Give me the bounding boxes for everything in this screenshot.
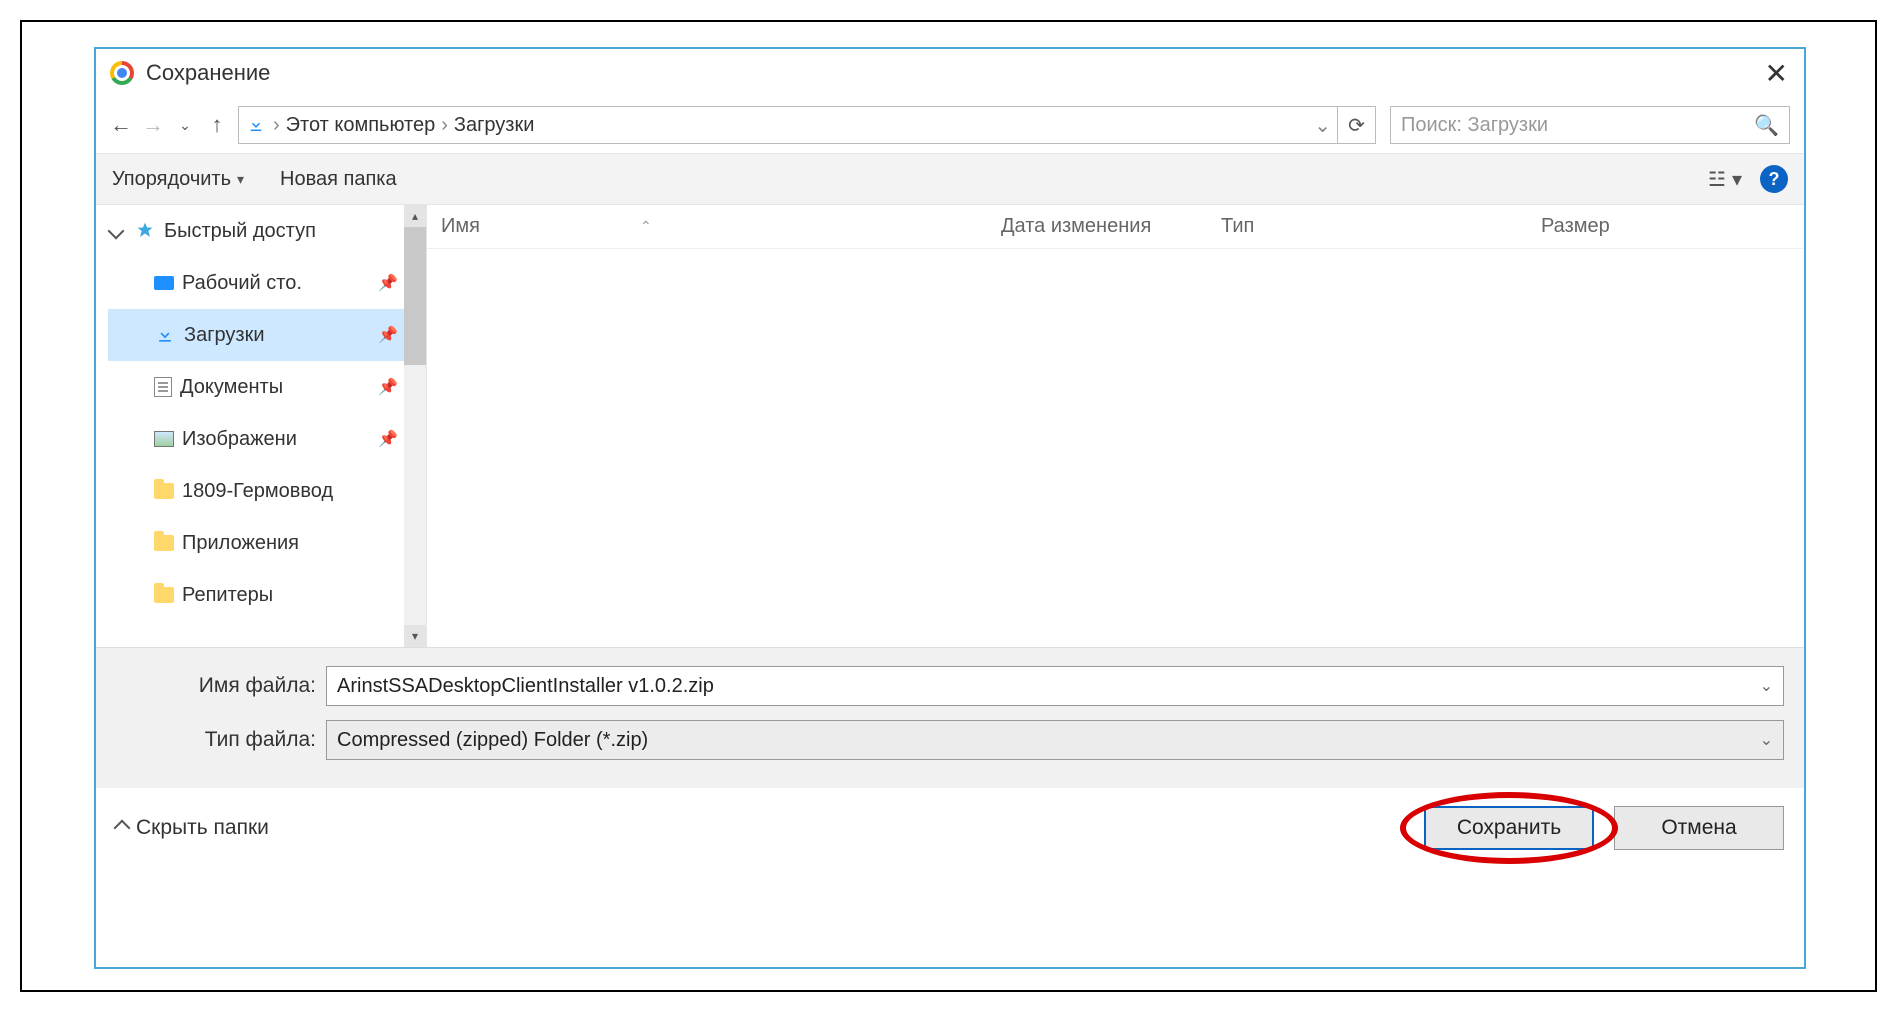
pin-icon: 📌 [378,273,398,293]
back-button[interactable]: ← [110,112,132,138]
chrome-icon [110,61,134,85]
toolbar: Упорядочить ▾ Новая папка ☳ ▾ ? [96,153,1804,205]
titlebar: Сохранение ✕ [96,49,1804,97]
chevron-down-icon: ▾ [237,171,244,188]
filename-label: Имя файла: [116,674,326,698]
star-icon [134,220,156,242]
tree-label: Репитеры [182,584,273,607]
document-frame: Сохранение ✕ ← → ⌄ ↑ › Этот компьютер › … [20,20,1877,992]
search-icon: 🔍 [1754,113,1779,138]
tree-label: Загрузки [184,324,265,347]
tree-item-documents[interactable]: Документы 📌 [108,361,426,413]
view-icon: ☳ [1708,167,1726,192]
tree-item-desktop[interactable]: Рабочий сто. 📌 [108,257,426,309]
downloads-icon [245,114,267,136]
chevron-down-icon: ▾ [1732,167,1742,192]
pin-icon: 📌 [378,429,398,449]
scroll-down-icon[interactable]: ▾ [404,625,426,647]
footer: Скрыть папки Сохранить Отмена [96,788,1804,868]
breadcrumb-current[interactable]: Загрузки [454,114,535,137]
dialog-title: Сохранение [146,60,1757,86]
close-icon[interactable]: ✕ [1757,57,1796,90]
folder-icon [154,535,174,551]
up-button[interactable]: ↑ [206,112,228,138]
new-folder-button[interactable]: Новая папка [280,168,397,191]
cancel-button[interactable]: Отмена [1614,806,1784,850]
pin-icon: 📌 [378,377,398,397]
tree-item-downloads[interactable]: Загрузки 📌 [108,309,426,361]
folder-icon [154,483,174,499]
breadcrumb-root[interactable]: Этот компьютер [286,114,436,137]
hide-folders-label: Скрыть папки [136,816,269,840]
document-icon [154,377,172,397]
scroll-up-icon[interactable]: ▴ [404,205,426,227]
column-name[interactable]: Имя⌃ [427,215,987,238]
chevron-right-icon: › [441,114,448,137]
pin-icon: 📌 [378,325,398,345]
downloads-icon [154,324,176,346]
tree-label: Приложения [182,532,299,555]
tree-label: Документы [180,376,283,399]
chevron-right-icon: › [273,114,280,137]
view-options[interactable]: ☳ ▾ [1708,167,1742,192]
filetype-combo[interactable]: Compressed (zipped) Folder (*.zip) ⌄ [326,720,1784,760]
tree-label: 1809-Гермоввод [182,480,333,503]
column-headers: Имя⌃ Дата изменения Тип Размер [427,205,1804,249]
column-size[interactable]: Размер [1527,215,1804,238]
organize-label: Упорядочить [112,168,231,191]
desktop-icon [154,276,174,290]
help-button[interactable]: ? [1760,165,1788,193]
pictures-icon [154,431,174,447]
filename-value: ArinstSSADesktopClientInstaller v1.0.2.z… [337,675,714,698]
tree-quick-access[interactable]: Быстрый доступ [108,205,426,257]
tree-label: Рабочий сто. [182,272,302,295]
forward-button[interactable]: → [142,112,164,138]
filename-input[interactable]: ArinstSSADesktopClientInstaller v1.0.2.z… [326,666,1784,706]
tree-scroll-thumb[interactable] [404,205,426,365]
chevron-down-icon[interactable]: ⌄ [1314,113,1331,138]
search-input[interactable]: Поиск: Загрузки 🔍 [1390,106,1790,144]
expand-icon[interactable] [108,223,125,240]
tree-item-pictures[interactable]: Изображени 📌 [108,413,426,465]
refresh-button[interactable]: ⟳ [1338,106,1376,144]
hide-folders-toggle[interactable]: Скрыть папки [116,816,269,840]
breadcrumb[interactable]: › Этот компьютер › Загрузки ⌄ [238,106,1338,144]
chevron-up-icon [114,820,131,837]
save-button[interactable]: Сохранить [1424,806,1594,850]
filetype-label: Тип файла: [116,728,326,752]
tree-label: Быстрый доступ [164,220,316,243]
tree-item-folder[interactable]: 1809-Гермоввод [108,465,426,517]
organize-menu[interactable]: Упорядочить ▾ [112,168,244,191]
chevron-down-icon[interactable]: ⌄ [1760,676,1773,696]
folder-icon [154,587,174,603]
tree-item-folder[interactable]: Репитеры [108,569,426,621]
navigation-tree: ▴ ▾ Быстрый доступ Рабочий сто. 📌 Загруз… [96,205,426,647]
tree-item-folder[interactable]: Приложения [108,517,426,569]
search-placeholder: Поиск: Загрузки [1401,114,1548,137]
file-list: Имя⌃ Дата изменения Тип Размер [426,205,1804,647]
navbar: ← → ⌄ ↑ › Этот компьютер › Загрузки ⌄ ⟳ … [96,97,1804,153]
column-date[interactable]: Дата изменения [987,215,1207,238]
sort-ascending-icon: ⌃ [640,218,652,235]
history-dropdown[interactable]: ⌄ [174,117,196,134]
filetype-value: Compressed (zipped) Folder (*.zip) [337,729,648,752]
column-type[interactable]: Тип [1207,215,1527,238]
chevron-down-icon[interactable]: ⌄ [1760,730,1773,750]
tree-label: Изображени [182,428,297,451]
save-dialog: Сохранение ✕ ← → ⌄ ↑ › Этот компьютер › … [94,47,1806,969]
file-fields: Имя файла: ArinstSSADesktopClientInstall… [96,647,1804,788]
